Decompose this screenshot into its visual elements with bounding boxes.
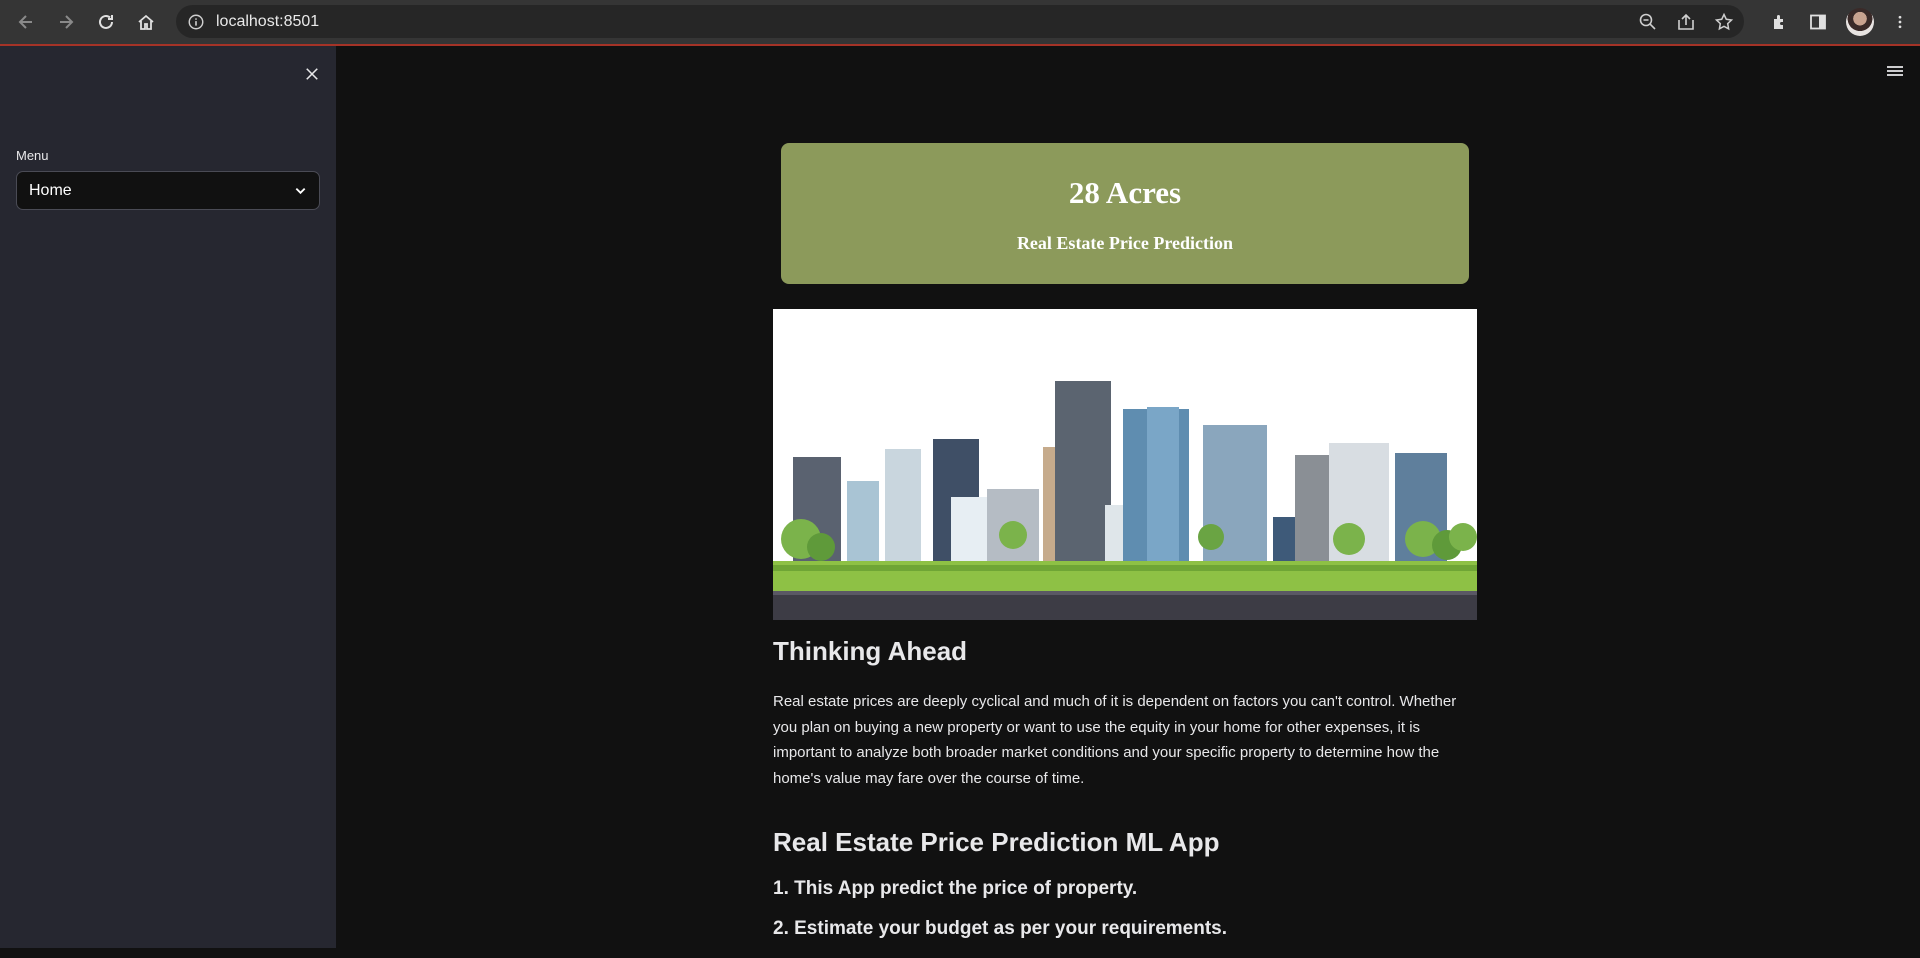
menu-selected-value: Home <box>29 181 72 199</box>
url-text[interactable]: localhost:8501 <box>216 13 319 31</box>
arrow-left-icon <box>18 15 32 29</box>
more-vert-icon[interactable] <box>1892 12 1908 32</box>
article: Thinking Ahead Real estate prices are de… <box>773 636 1477 958</box>
feature-point: 2. Estimate your budget as per your requ… <box>773 918 1228 939</box>
title-banner: 28 Acres Real Estate Price Prediction <box>781 143 1469 284</box>
menu-label: Menu <box>16 148 49 163</box>
back-button[interactable] <box>6 0 46 44</box>
intro-paragraph: Real estate prices are deeply cyclical a… <box>773 693 1457 787</box>
side-panel-icon[interactable] <box>1808 12 1828 32</box>
profile-avatar[interactable] <box>1846 8 1874 36</box>
home-button[interactable] <box>126 0 166 44</box>
app-subtitle: Real Estate Price Prediction <box>1016 233 1234 253</box>
address-bar[interactable]: localhost:8501 <box>176 5 1744 38</box>
share-icon[interactable] <box>1676 12 1696 32</box>
sidebar-close-button[interactable] <box>300 62 324 86</box>
zoom-icon[interactable] <box>1638 12 1658 32</box>
extensions-icon[interactable] <box>1770 12 1790 32</box>
hamburger-menu-icon[interactable] <box>1884 62 1906 80</box>
sidebar: Menu Home <box>0 46 336 948</box>
bookmark-star-icon[interactable] <box>1714 12 1734 32</box>
browser-toolbar: localhost:8501 <box>0 0 1920 44</box>
forward-button[interactable] <box>46 0 86 44</box>
chevron-down-icon <box>295 187 306 195</box>
app-title: 28 Acres <box>1068 175 1182 210</box>
arrow-right-icon <box>60 15 74 29</box>
main-content: 28 Acres Real Estate Price Prediction Th… <box>336 46 1920 948</box>
feature-point: 1. This App predict the price of propert… <box>773 878 1138 899</box>
menu-select[interactable]: Home <box>16 171 320 210</box>
home-icon <box>138 14 154 30</box>
reload-icon <box>99 14 113 29</box>
skyline-illustration <box>773 309 1477 620</box>
reload-button[interactable] <box>86 0 126 44</box>
close-icon <box>306 68 318 80</box>
site-info-icon[interactable] <box>176 13 216 31</box>
app-heading: Real Estate Price Prediction ML App <box>773 827 1220 857</box>
section-heading: Thinking Ahead <box>773 636 968 666</box>
city-skyline-image <box>773 309 1477 620</box>
